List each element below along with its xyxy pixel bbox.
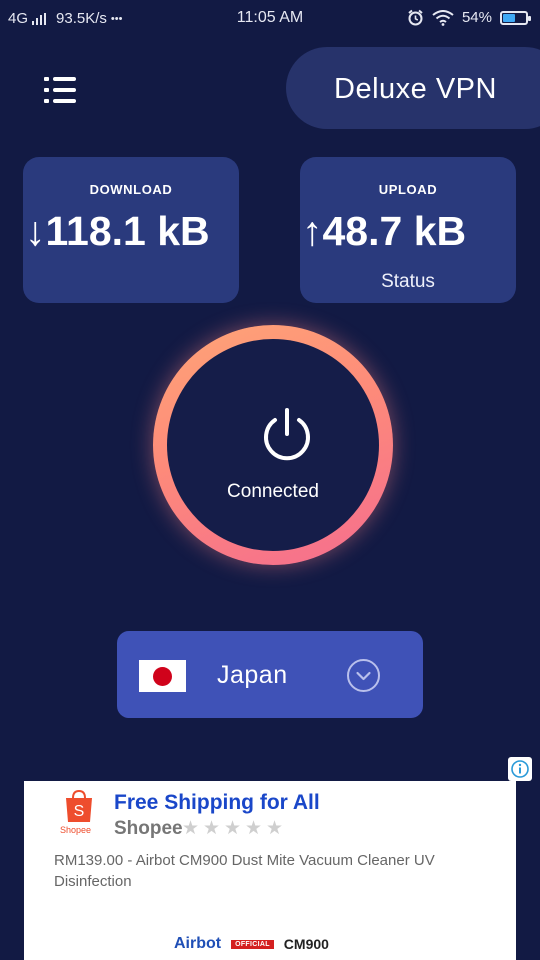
download-value: ↓118.1 kB [25, 208, 210, 254]
upload-card: UPLOAD ↑48.7 kB Status [300, 157, 516, 303]
app-title-pill: Deluxe VPN [286, 47, 540, 129]
power-icon [264, 408, 310, 461]
shopee-logo-icon: S [66, 789, 92, 822]
country-name: Japan [217, 661, 288, 689]
advertiser-logo-text: Shopee [60, 825, 92, 835]
ad-headline[interactable]: Free Shipping for All [114, 791, 320, 815]
upload-status-label: Status [381, 271, 435, 292]
official-badge: OFFICIAL [231, 939, 274, 949]
battery-icon [500, 10, 531, 25]
menu-button[interactable] [44, 77, 76, 103]
star-icon: ★ [182, 818, 200, 839]
connection-status: Connected [227, 481, 319, 502]
ad-rating: ★ ★ ★ ★ ★ [182, 818, 284, 839]
ad-brand: Shopee [114, 818, 183, 839]
status-right: 54% [407, 9, 531, 26]
battery-fill [503, 13, 515, 22]
wifi-icon [432, 9, 454, 26]
download-label: DOWNLOAD [89, 182, 173, 197]
connect-core: Connected [167, 339, 379, 551]
star-icon: ★ [245, 818, 263, 839]
star-icon: ★ [266, 818, 284, 839]
ad-product-row: Airbot OFFICIAL CM900 [174, 935, 329, 953]
alarm-icon [408, 9, 423, 26]
japan-flag-icon [139, 660, 186, 692]
star-icon: ★ [224, 818, 242, 839]
ad-info-button[interactable] [508, 757, 532, 781]
upload-label: UPLOAD [378, 182, 438, 197]
download-card: DOWNLOAD ↓118.1 kB [23, 157, 239, 303]
product-model: CM900 [283, 936, 329, 952]
upload-value: ↑48.7 kB [302, 208, 467, 254]
star-icon: ★ [203, 818, 221, 839]
svg-text:S: S [74, 803, 85, 820]
airbot-logo: Airbot [174, 935, 222, 952]
info-icon [511, 760, 529, 778]
connect-button[interactable]: Connected [153, 325, 393, 565]
country-selector[interactable]: Japan [117, 631, 423, 718]
battery-percent: 54% [461, 9, 492, 26]
status-bar: 4G 93.5K/s ••• 11:05 AM 54% [0, 0, 540, 36]
ad-description: RM139.00 - Airbot CM900 Dust Mite Vacuum… [54, 852, 435, 890]
app-title: Deluxe VPN [334, 73, 497, 105]
ad-banner[interactable]: S Shopee Free Shipping for All Shopee ★ … [24, 781, 516, 960]
chevron-down-icon [347, 659, 380, 692]
